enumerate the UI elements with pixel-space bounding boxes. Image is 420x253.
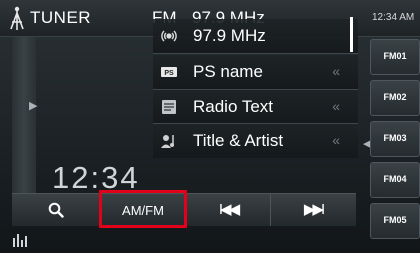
preset-button-fm05[interactable]: FM05 [370,203,420,239]
source-label: TUNER [30,8,92,27]
chevron-left-icon: « [332,98,340,114]
skip-next-icon: ▶▶I [303,201,325,218]
preset-label: FM03 [383,133,407,143]
list-item[interactable]: Title & Artist « [153,124,358,158]
list-item-label: Radio Text [193,97,274,116]
broadcast-icon [161,30,177,42]
info-list: 97.9 MHz PS PS name « Radio Text « Title… [153,15,358,192]
list-scrollbar[interactable] [350,17,353,52]
preset-label: FM01 [383,51,407,61]
seek-next-button[interactable]: ▶▶I [270,194,356,226]
search-icon [48,202,64,218]
expand-left-icon[interactable]: ▶ [29,99,37,112]
radio-text-icon [162,100,176,114]
left-panel-handle[interactable]: ▶ [12,37,37,197]
list-item-label: Title & Artist [193,131,284,150]
preset-label: FM04 [383,174,407,184]
preset-button-fm01[interactable]: FM01 [370,39,420,75]
list-item[interactable]: Radio Text « [153,90,358,124]
list-item-label: 97.9 MHz [193,26,266,45]
chevron-left-icon: « [332,63,340,79]
ps-icon: PS [161,67,177,77]
preset-label: FM02 [383,92,407,102]
list-item[interactable]: PS PS name « [153,55,358,89]
search-button[interactable] [12,194,101,226]
seek-previous-button[interactable]: I◀◀ [186,194,271,226]
skip-previous-icon: I◀◀ [218,201,240,218]
highlight-box [99,190,187,228]
preset-button-fm02[interactable]: FM02 [370,80,420,116]
status-clock: 12:34 AM [372,12,415,23]
list-item-label: PS name [193,62,263,81]
preset-button-fm03[interactable]: FM03 [370,121,420,157]
list-item[interactable]: 97.9 MHz [153,19,358,53]
title-artist-icon [161,135,174,148]
equalizer-icon[interactable] [12,231,30,247]
left-panel: ▶ 12:34 [0,37,150,197]
svg-text:PS: PS [164,70,174,77]
tuner-screen: TUNER FM 97.9 MHz 12:34 AM ▶ 12:34 97.9 … [0,0,420,253]
preset-panel: ◀ FM01 FM02 FM03 FM04 FM05 [360,37,420,248]
antenna-icon [10,6,24,30]
preset-button-fm04[interactable]: FM04 [370,162,420,198]
preset-label: FM05 [383,215,407,225]
chevron-left-icon: « [332,132,340,148]
divider [153,53,358,54]
